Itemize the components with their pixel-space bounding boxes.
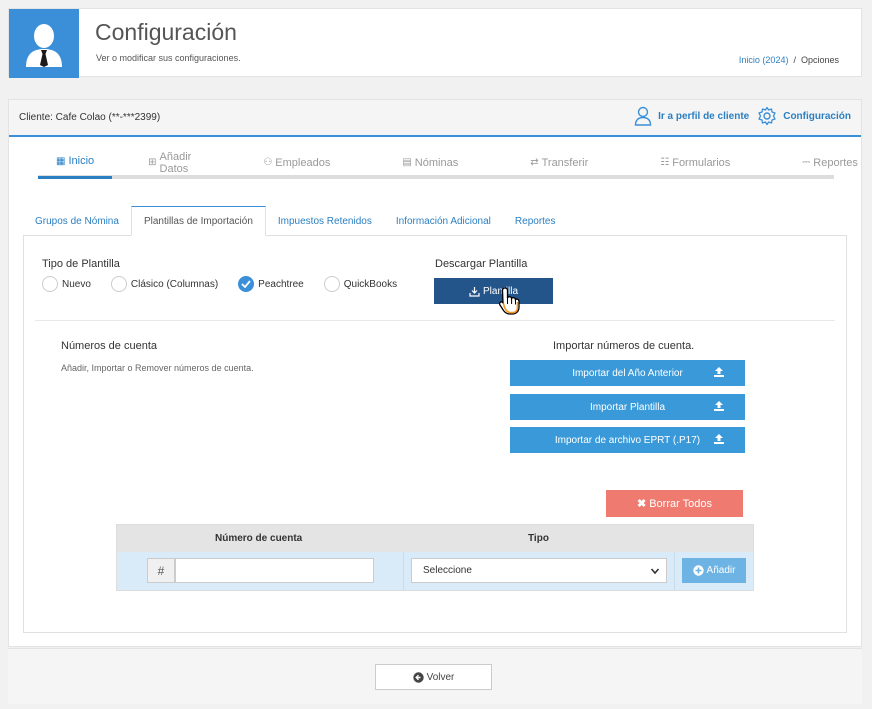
chevron-down-icon <box>650 568 660 575</box>
upload-icon <box>714 434 724 444</box>
hand-cursor-icon <box>498 287 520 315</box>
grid-icon: ▦ <box>56 155 66 167</box>
import-accounts-title: Importar números de cuenta. <box>553 340 695 352</box>
money-icon: ▤ <box>402 157 412 168</box>
type-select-value: Seleccione <box>423 565 472 576</box>
check-icon <box>238 276 255 292</box>
nav-item-transferir[interactable]: ⇄ Transferir <box>512 146 606 179</box>
profile-link[interactable]: Ir a perfil de cliente <box>634 106 749 126</box>
radio-label: QuickBooks <box>343 278 398 290</box>
user-outline-icon <box>634 106 652 126</box>
breadcrumb-home-link[interactable]: Inicio (2024) <box>739 55 789 65</box>
col-type-header: Tipo <box>528 533 549 544</box>
delete-all-button[interactable]: ✖ Borrar Todos <box>606 490 743 517</box>
import-template-button[interactable]: Importar Plantilla <box>510 394 745 420</box>
template-type-radios: Nuevo Clásico (Columnas) Peachtree Quick… <box>42 276 417 292</box>
radio-circle <box>42 276 58 292</box>
hash-addon: # <box>147 558 175 583</box>
template-type-title: Tipo de Plantilla <box>42 258 120 270</box>
page-header: Configuración Ver o modificar sus config… <box>8 8 862 78</box>
gear-icon <box>758 106 776 126</box>
tab-reportes[interactable]: Reportes <box>503 206 568 236</box>
nav-item-inicio[interactable]: ▦ Inicio <box>38 146 113 179</box>
table-header-row: Número de cuenta Tipo <box>117 525 753 552</box>
nav-label: Inicio <box>68 155 95 167</box>
breadcrumb-current: Opciones <box>800 55 839 65</box>
back-label: Volver <box>426 671 455 683</box>
radio-clasico[interactable]: Clásico (Columnas) <box>110 276 219 292</box>
nav-label: Añadir Datos <box>159 150 192 175</box>
profile-link-label: Ir a perfil de cliente <box>658 110 750 122</box>
radio-label: Clásico (Columnas) <box>130 278 219 290</box>
config-link[interactable]: Configuración <box>757 106 851 126</box>
nav-item-reportes[interactable]: ⎓ Reportes <box>784 146 872 179</box>
client-label: Cliente: Cafe Colao (**-***2399) <box>19 112 161 123</box>
users-icon: ⚇ <box>263 157 273 168</box>
table-row: # Seleccione Añadir <box>117 552 753 590</box>
footer-bar: Volver <box>8 648 862 704</box>
col-account-header: Número de cuenta <box>215 533 303 544</box>
plus-circle-icon <box>692 565 704 576</box>
radio-label: Nuevo <box>62 278 91 290</box>
nav-label: Nóminas <box>414 156 459 169</box>
download-template-title: Descargar Plantilla <box>435 258 528 270</box>
type-select[interactable]: Seleccione <box>411 558 667 583</box>
nav-label: Empleados <box>275 156 331 169</box>
plus-square-icon: ⊞ <box>148 157 157 168</box>
sub-tabs: Grupos de Nómina Plantillas de Importaci… <box>23 206 847 236</box>
accounts-description: Añadir, Importar o Remover números de cu… <box>61 363 254 373</box>
breadcrumb: Inicio (2024) / Opciones <box>739 55 839 65</box>
user-avatar-icon <box>9 9 79 78</box>
column-separator <box>674 552 675 590</box>
nav-item-nominas[interactable]: ▤ Nóminas <box>384 146 476 179</box>
main-panel: Cliente: Cafe Colao (**-***2399) Ir a pe… <box>8 99 862 647</box>
add-account-label: Añadir <box>706 565 736 576</box>
radio-circle <box>323 276 340 292</box>
section-divider <box>35 320 835 321</box>
back-button[interactable]: Volver <box>375 664 492 690</box>
tab-plantillas-importacion[interactable]: Plantillas de Importación <box>130 206 266 236</box>
nav-item-empleados[interactable]: ⚇ Empleados <box>245 146 348 179</box>
delete-all-label: Borrar Todos <box>649 497 712 510</box>
nav-label: Transferir <box>541 156 589 169</box>
import-previous-year-button[interactable]: Importar del Año Anterior <box>510 360 745 386</box>
page-title: Configuración <box>95 19 237 45</box>
tab-grupos-nomina[interactable]: Grupos de Nómina <box>23 206 131 236</box>
import-template-label: Importar Plantilla <box>589 401 666 413</box>
page-subtitle: Ver o modificar sus configuraciones. <box>96 53 241 63</box>
nav-label: Reportes <box>813 156 858 169</box>
tab-impuestos-retenidos[interactable]: Impuestos Retenidos <box>266 206 384 236</box>
download-icon <box>469 286 480 297</box>
nav-item-formularios[interactable]: ☷ Formularios <box>642 146 748 179</box>
exchange-icon: ⇄ <box>530 157 539 168</box>
client-bar: Cliente: Cafe Colao (**-***2399) Ir a pe… <box>9 100 861 137</box>
radio-nuevo[interactable]: Nuevo <box>42 276 91 292</box>
accounts-table: Número de cuenta Tipo # Seleccione Añadi… <box>116 524 754 591</box>
accounts-title: Números de cuenta <box>61 340 157 352</box>
radio-peachtree[interactable]: Peachtree <box>238 276 304 292</box>
add-account-button[interactable]: Añadir <box>682 558 746 583</box>
close-icon: ✖ <box>637 498 647 510</box>
radio-label: Peachtree <box>258 278 304 290</box>
column-separator <box>403 552 404 590</box>
nav-label: Formularios <box>672 156 731 169</box>
account-number-input[interactable] <box>175 558 374 583</box>
import-eprt-button[interactable]: Importar de archivo EPRT (.P17) <box>510 427 745 453</box>
file-icon: ☷ <box>660 157 670 168</box>
upload-icon <box>714 367 724 377</box>
radio-quickbooks[interactable]: QuickBooks <box>323 276 398 292</box>
upload-icon <box>714 401 724 411</box>
tab-informacion-adicional[interactable]: Información Adicional <box>384 206 503 236</box>
arrow-left-circle-icon <box>412 671 424 683</box>
download-template-button[interactable]: Plantilla <box>434 278 553 304</box>
nav-item-anadir-datos[interactable]: ⊞ Añadir Datos <box>130 146 209 179</box>
import-previous-year-label: Importar del Año Anterior <box>572 367 683 379</box>
client-actions: Ir a perfil de cliente Configuración <box>634 106 851 126</box>
radio-circle <box>110 276 127 292</box>
config-link-label: Configuración <box>783 110 851 122</box>
import-eprt-label: Importar de archivo EPRT (.P17) <box>554 434 701 446</box>
clipboard-icon: ⎓ <box>802 157 811 168</box>
top-nav: ▦ Inicio ⊞ Añadir Datos ⚇ Empleados ▤ Nómina… <box>38 146 858 179</box>
breadcrumb-separator: / <box>793 55 796 65</box>
